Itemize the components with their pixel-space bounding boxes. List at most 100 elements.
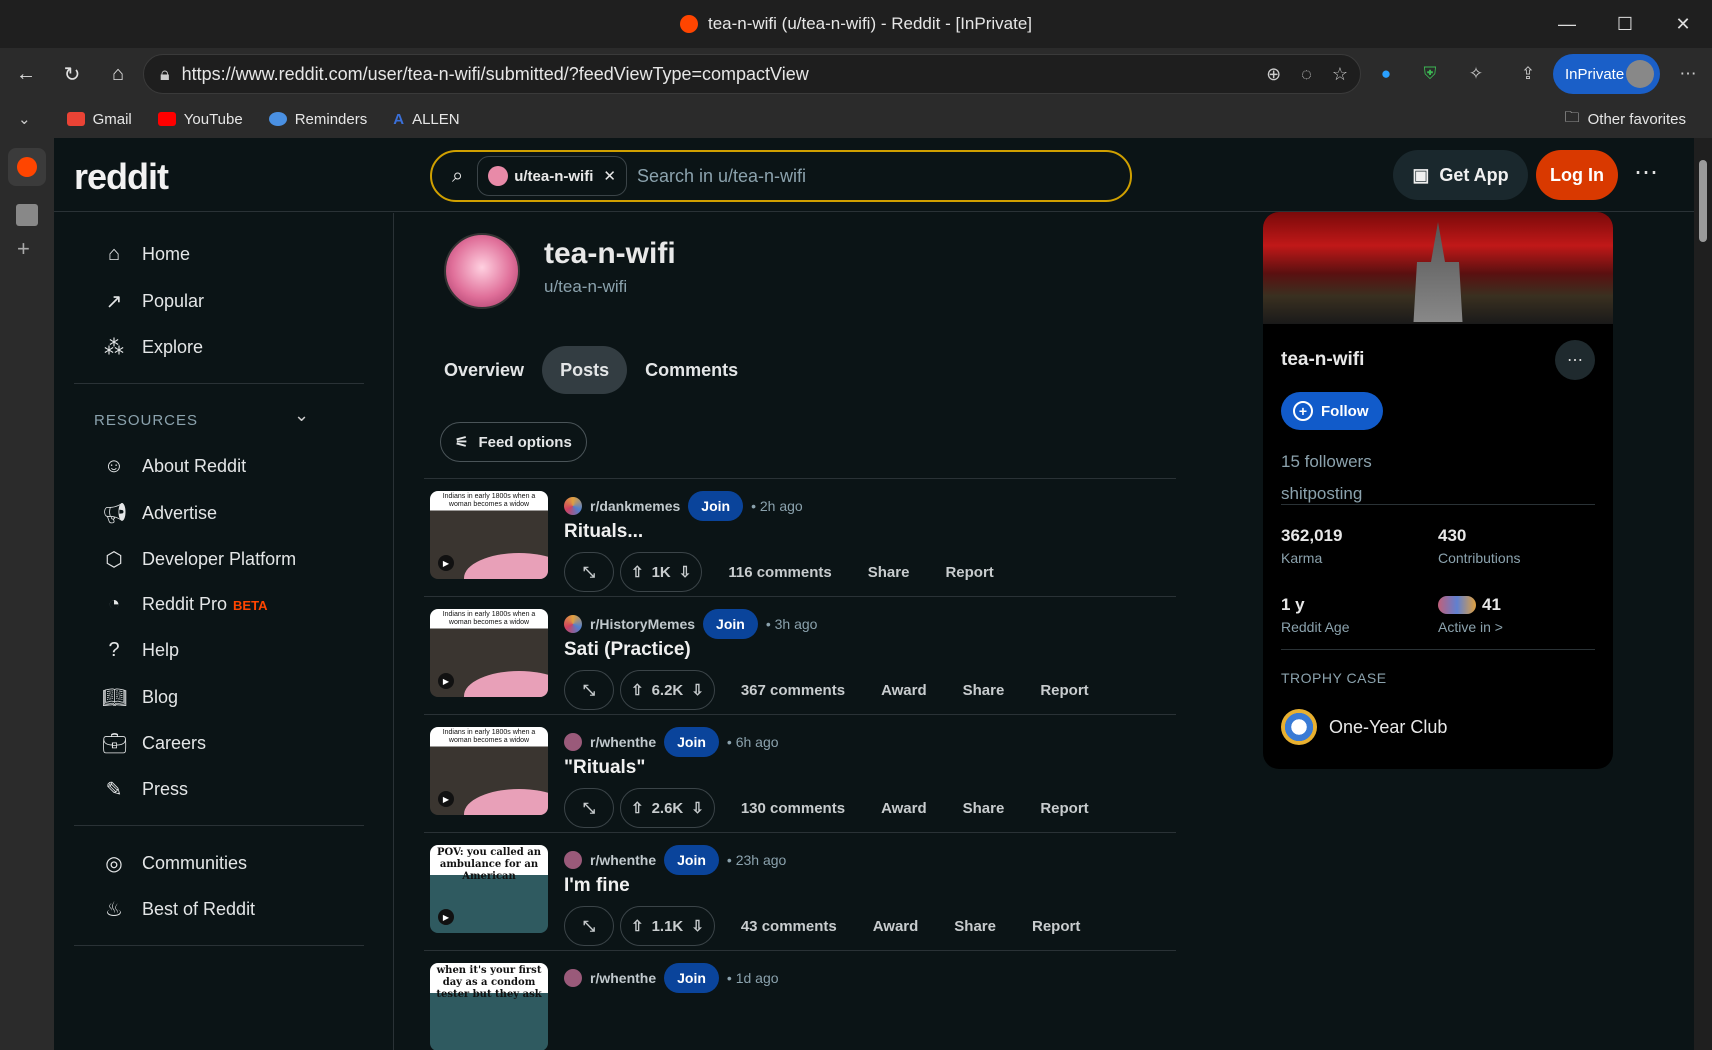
- login-button[interactable]: Log In: [1536, 150, 1618, 200]
- nav-blog[interactable]: 📖︎ Blog: [102, 685, 178, 710]
- resources-heading[interactable]: RESOURCES: [94, 412, 198, 429]
- favorite-reminders[interactable]: Reminders: [268, 111, 367, 128]
- favorite-allen[interactable]: A ALLEN: [393, 111, 459, 128]
- nav-developer-platform[interactable]: ⬡ Developer Platform: [102, 547, 296, 572]
- upvote-icon[interactable]: ⇧: [631, 917, 644, 935]
- post-item[interactable]: POV: you called an ambulance for an Amer…: [424, 832, 1176, 950]
- maximize-icon[interactable]: ☐: [1596, 0, 1654, 48]
- scrollbar-thumb[interactable]: [1699, 160, 1707, 242]
- get-app-button[interactable]: ▣ Get App: [1393, 150, 1528, 200]
- award-button[interactable]: Award: [863, 800, 945, 817]
- upvote-icon[interactable]: ⇧: [631, 799, 644, 817]
- subreddit-link[interactable]: r/whenthe: [590, 852, 656, 868]
- post-item[interactable]: Indians in early 1800s when a woman beco…: [424, 596, 1176, 714]
- tab-comments[interactable]: Comments: [627, 346, 756, 394]
- minimize-icon[interactable]: —: [1538, 0, 1596, 48]
- site-tab-icon[interactable]: [16, 204, 38, 226]
- nav-reddit-pro[interactable]: ◔ Reddit Pro BETA: [102, 593, 268, 616]
- share-button[interactable]: Share: [850, 564, 928, 581]
- downvote-icon[interactable]: ⇩: [691, 799, 704, 817]
- share-button[interactable]: Share: [936, 918, 1014, 935]
- share-icon[interactable]: ⇪: [1512, 58, 1544, 90]
- scrollbar[interactable]: [1694, 138, 1712, 1050]
- feed-options-button[interactable]: ⚟ Feed options: [440, 422, 587, 462]
- report-button[interactable]: Report: [1022, 800, 1106, 817]
- tracking-icon[interactable]: ◌: [1301, 64, 1312, 85]
- refresh-icon[interactable]: ↻: [52, 54, 92, 94]
- post-thumbnail[interactable]: Indians in early 1800s when a woman beco…: [430, 609, 548, 697]
- post-thumbnail[interactable]: Indians in early 1800s when a woman beco…: [430, 491, 548, 579]
- extension-shield-icon[interactable]: ⛨: [1414, 58, 1446, 90]
- post-title[interactable]: Sati (Practice): [564, 639, 691, 661]
- subreddit-link[interactable]: r/whenthe: [590, 970, 656, 986]
- upvote-icon[interactable]: ⇧: [631, 681, 644, 699]
- chevron-down-icon[interactable]: ⌄: [18, 110, 31, 128]
- more-options-icon[interactable]: ⋯: [1634, 158, 1658, 187]
- favorite-gmail[interactable]: Gmail: [66, 111, 132, 128]
- post-title[interactable]: "Rituals": [564, 757, 645, 779]
- join-button[interactable]: Join: [688, 491, 744, 521]
- share-button[interactable]: Share: [945, 800, 1023, 817]
- close-icon[interactable]: ✕: [603, 167, 616, 185]
- nav-best-of-reddit[interactable]: ♨ Best of Reddit: [102, 897, 255, 922]
- inprivate-badge[interactable]: InPrivate: [1553, 54, 1660, 94]
- reddit-logo[interactable]: reddit: [74, 156, 169, 198]
- report-button[interactable]: Report: [1022, 682, 1106, 699]
- chevron-down-icon[interactable]: ⌄: [294, 405, 309, 426]
- upvote-icon[interactable]: ⇧: [631, 563, 644, 581]
- report-button[interactable]: Report: [1014, 918, 1098, 935]
- close-icon[interactable]: ✕: [1654, 0, 1712, 48]
- comments-button[interactable]: 130 comments: [723, 800, 863, 817]
- post-item[interactable]: Indians in early 1800s when a woman beco…: [424, 714, 1176, 832]
- post-thumbnail[interactable]: Indians in early 1800s when a woman beco…: [430, 727, 548, 815]
- add-icon[interactable]: +: [17, 236, 30, 262]
- trophy-item[interactable]: One-Year Club: [1281, 709, 1447, 745]
- nav-advertise[interactable]: 📢︎ Advertise: [102, 501, 217, 526]
- expand-icon[interactable]: ⤡: [564, 906, 614, 946]
- join-button[interactable]: Join: [664, 727, 719, 757]
- browser-menu-icon[interactable]: ⋯: [1672, 58, 1704, 90]
- share-button[interactable]: Share: [945, 682, 1023, 699]
- more-options-icon[interactable]: ⋯: [1555, 340, 1595, 380]
- downvote-icon[interactable]: ⇩: [679, 563, 692, 581]
- post-title[interactable]: I'm fine: [564, 875, 630, 897]
- tab-posts[interactable]: Posts: [542, 346, 628, 394]
- join-button[interactable]: Join: [703, 609, 758, 639]
- nav-popular[interactable]: ↗ Popular: [102, 289, 204, 314]
- post-thumbnail[interactable]: POV: you called an ambulance for an Amer…: [430, 845, 548, 933]
- other-favorites[interactable]: 🗀 Other favorites: [1565, 107, 1686, 132]
- subreddit-link[interactable]: r/whenthe: [590, 734, 656, 750]
- nav-help[interactable]: ? Help: [102, 639, 179, 662]
- expand-icon[interactable]: ⤡: [564, 788, 614, 828]
- follow-button[interactable]: + Follow: [1281, 392, 1383, 430]
- post-item[interactable]: when it's your first day as a condom tes…: [424, 950, 1176, 1050]
- reddit-tab-icon[interactable]: [8, 148, 46, 186]
- favorite-youtube[interactable]: YouTube: [157, 111, 243, 128]
- nav-press[interactable]: ✎ Press: [102, 777, 188, 802]
- nav-explore[interactable]: ⁂ Explore: [102, 335, 203, 360]
- nav-about-reddit[interactable]: ☺ About Reddit: [102, 455, 246, 478]
- report-button[interactable]: Report: [927, 564, 1011, 581]
- subreddit-link[interactable]: r/HistoryMemes: [590, 616, 695, 632]
- downvote-icon[interactable]: ⇩: [691, 681, 704, 699]
- extension-shazam-icon[interactable]: ●: [1370, 58, 1402, 90]
- nav-careers[interactable]: 💼︎ Careers: [102, 731, 206, 756]
- join-button[interactable]: Join: [664, 963, 719, 993]
- comments-button[interactable]: 116 comments: [710, 564, 849, 581]
- back-icon[interactable]: ←: [6, 54, 46, 94]
- expand-icon[interactable]: ⤡: [564, 670, 614, 710]
- search-scope-chip[interactable]: u/tea-n-wifi ✕: [477, 156, 627, 196]
- post-thumbnail[interactable]: when it's your first day as a condom tes…: [430, 963, 548, 1050]
- url-field[interactable]: 🔒︎ https://www.reddit.com/user/tea-n-wif…: [143, 54, 1361, 94]
- search-input[interactable]: Search in u/tea-n-wifi: [637, 166, 806, 187]
- nav-communities[interactable]: ◎ Communities: [102, 851, 247, 876]
- extensions-icon[interactable]: ✧: [1460, 58, 1492, 90]
- stat-active-in[interactable]: 41 Active in >: [1438, 595, 1503, 635]
- subreddit-link[interactable]: r/dankmemes: [590, 498, 680, 514]
- downvote-icon[interactable]: ⇩: [691, 917, 704, 935]
- tab-overview[interactable]: Overview: [426, 346, 542, 394]
- post-title[interactable]: Rituals...: [564, 521, 643, 543]
- search-bar[interactable]: ⌕ u/tea-n-wifi ✕ Search in u/tea-n-wifi: [430, 150, 1132, 202]
- award-button[interactable]: Award: [863, 682, 945, 699]
- award-button[interactable]: Award: [855, 918, 937, 935]
